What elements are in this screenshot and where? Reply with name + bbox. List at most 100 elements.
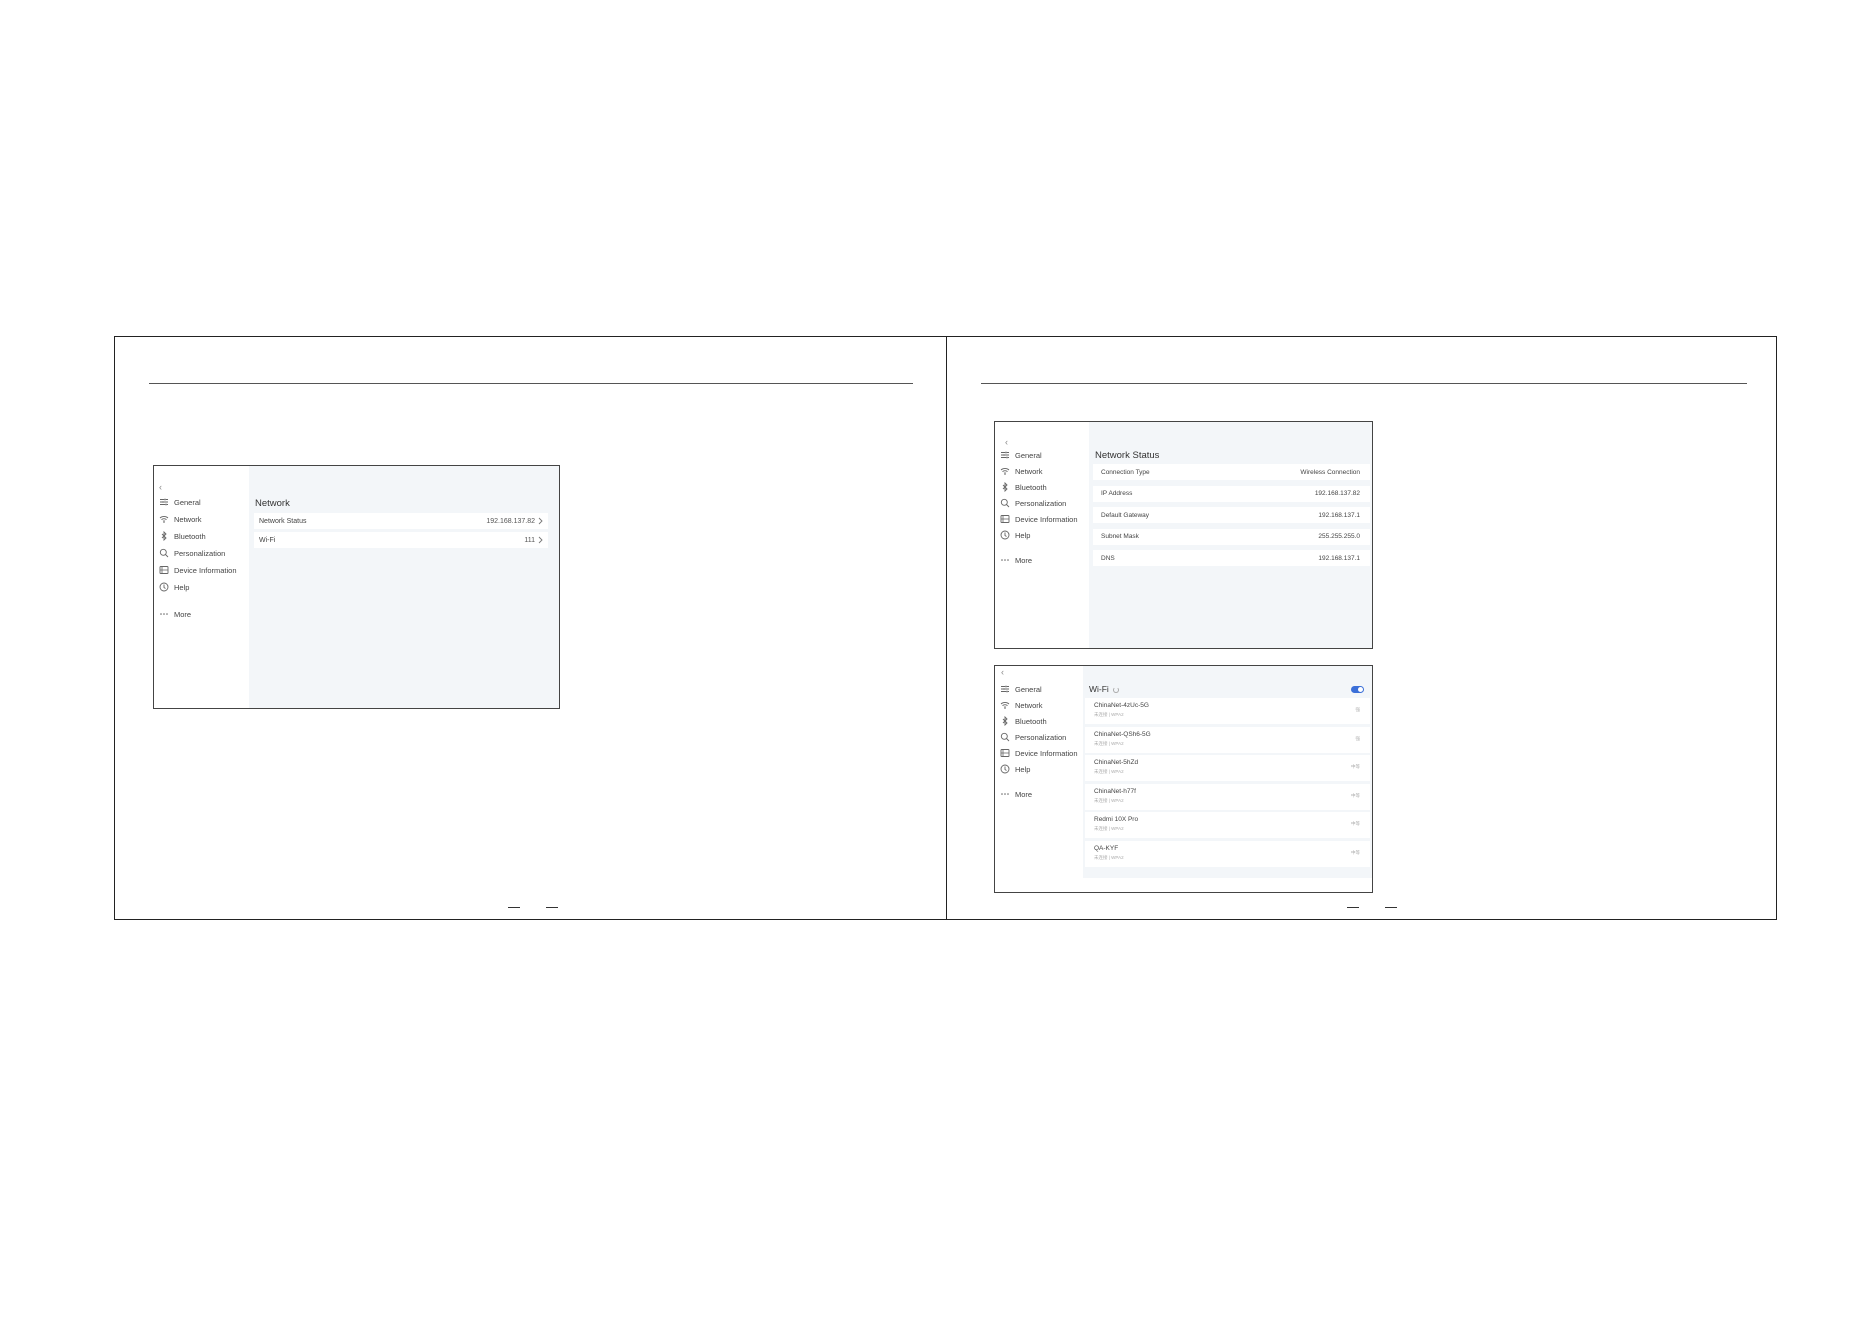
search-icon <box>159 548 169 558</box>
main-panel: Network Network Status 192.168.137.82 Wi-F… <box>249 466 559 708</box>
more-icon <box>159 609 169 619</box>
network-status: 未连接 | WPA2 <box>1094 826 1124 831</box>
more-icon <box>1000 555 1010 565</box>
sidebar-item-label: Bluetooth <box>1015 482 1047 492</box>
sliders-icon <box>1000 684 1010 694</box>
network-status: 未连接 | WPA2 <box>1094 712 1124 717</box>
back-button[interactable]: ‹ <box>1001 668 1004 677</box>
sidebar-item-more[interactable]: More <box>1000 555 1087 565</box>
search-icon <box>1000 732 1010 742</box>
wifi-network-item[interactable]: ChinaNet-h77f 未连接 | WPA2 中等 <box>1085 783 1370 810</box>
sidebar-item-help[interactable]: Help <box>159 582 247 592</box>
sidebar-item-help[interactable]: Help <box>1000 530 1087 540</box>
row-value: 255.255.255.0 <box>1318 533 1360 540</box>
network-status: 未连接 | WPA2 <box>1094 740 1124 746</box>
sidebar-item-personalization[interactable]: Personalization <box>1000 498 1087 508</box>
left-header-rule <box>149 383 913 384</box>
network-name: Redmi 10X Pro <box>1094 816 1139 823</box>
sidebar: ‹ General Network Bluetooth Personalization… <box>154 466 249 708</box>
sidebar-item-label: Bluetooth <box>174 531 206 541</box>
row-label: Network Status <box>259 517 307 525</box>
setting-row[interactable]: Network Status 192.168.137.82 <box>254 513 548 529</box>
sidebar-item-label: General <box>1015 684 1042 694</box>
right-header-rule <box>981 383 1747 384</box>
help-icon <box>1000 764 1010 774</box>
screenshot-wifi: ‹ General Network Bluetooth Personalization… <box>994 665 1373 893</box>
row-value: 192.168.137.82 <box>486 517 535 525</box>
sidebar-item-label: Help <box>1015 764 1031 774</box>
page-divider <box>946 337 947 919</box>
row-value: 192.168.137.1 <box>1318 554 1360 562</box>
wifi-network-item[interactable]: ChinaNet-5hZd 未连接 | WPA2 中等 <box>1085 755 1370 781</box>
wifi-icon <box>159 514 169 524</box>
page-title: Network Status <box>1095 450 1160 461</box>
page-mark <box>546 907 558 908</box>
signal-strength: 强 <box>1355 735 1361 741</box>
sidebar-item-general[interactable]: General <box>1000 684 1081 694</box>
wifi-toggle[interactable] <box>1351 686 1364 693</box>
sidebar-item-personalization[interactable]: Personalization <box>159 548 247 558</box>
sidebar-item-label: Personalization <box>1015 732 1067 742</box>
signal-strength: 强 <box>1355 707 1361 712</box>
sidebar-item-bluetooth[interactable]: Bluetooth <box>1000 482 1087 492</box>
row-label: Wi-Fi <box>259 536 276 544</box>
sidebar-item-network[interactable]: Network <box>1000 700 1081 710</box>
sidebar-item-label: General <box>1015 450 1042 460</box>
sidebar-item-label: More <box>1015 789 1033 799</box>
back-button[interactable]: ‹ <box>1005 438 1008 447</box>
wifi-network-item[interactable]: Redmi 10X Pro 未连接 | WPA2 中等 <box>1085 812 1370 838</box>
chevron-right-icon <box>538 536 543 544</box>
row-value: 192.168.137.1 <box>1318 511 1360 519</box>
sidebar-item-personalization[interactable]: Personalization <box>1000 732 1081 742</box>
sidebar-item-general[interactable]: General <box>159 497 247 507</box>
status-row: DNS 192.168.137.1 <box>1093 550 1370 566</box>
sidebar-item-device-information[interactable]: Device Information <box>1000 748 1081 758</box>
sidebar-item-label: Help <box>1015 530 1031 540</box>
sidebar-item-device-information[interactable]: Device Information <box>159 565 247 575</box>
row-value: 111 <box>524 536 535 544</box>
row-label: DNS <box>1101 554 1115 562</box>
sidebar-item-bluetooth[interactable]: Bluetooth <box>1000 716 1081 726</box>
device-info-icon <box>1000 748 1010 758</box>
sidebar-item-label: Personalization <box>174 548 226 558</box>
bluetooth-icon <box>1000 482 1010 492</box>
screenshot-network-status: ‹ General Network Bluetooth Personalization… <box>994 421 1373 649</box>
wifi-network-item[interactable]: QA-KYF 未连接 | WPA2 中等 <box>1085 840 1370 867</box>
row-value: 192.168.137.82 <box>1314 490 1360 497</box>
sidebar-item-more[interactable]: More <box>1000 789 1081 799</box>
network-name: ChinaNet-h77f <box>1094 787 1136 795</box>
sidebar-item-label: Network <box>174 514 202 524</box>
chevron-right-icon <box>538 517 543 525</box>
search-icon <box>1000 498 1010 508</box>
back-button[interactable]: ‹ <box>159 483 162 492</box>
page-title: Network <box>255 498 290 509</box>
sidebar-item-general[interactable]: General <box>1000 450 1087 460</box>
row-label: Default Gateway <box>1101 511 1150 519</box>
sidebar-item-label: Bluetooth <box>1015 716 1047 726</box>
sidebar-item-network[interactable]: Network <box>1000 466 1087 476</box>
wifi-icon <box>1000 466 1010 476</box>
wifi-network-item[interactable]: ChinaNet-QSh6-5G 未连接 | WPA2 强 <box>1085 726 1370 753</box>
screenshot-network: ‹ General Network Bluetooth Personalization… <box>153 465 560 709</box>
sliders-icon <box>1000 450 1010 460</box>
sidebar-item-help[interactable]: Help <box>1000 764 1081 774</box>
sidebar-item-more[interactable]: More <box>159 609 247 619</box>
loading-icon <box>1112 686 1119 693</box>
sidebar-item-network[interactable]: Network <box>159 514 247 524</box>
sidebar: ‹ General Network Bluetooth Personalization… <box>995 422 1089 648</box>
wifi-network-item[interactable]: ChinaNet-4zUc-5G 未连接 | WPA2 强 <box>1085 698 1370 724</box>
signal-strength: 中等 <box>1351 764 1360 769</box>
status-row: Subnet Mask 255.255.255.0 <box>1093 528 1370 545</box>
setting-row[interactable]: Wi-Fi 111 <box>254 532 548 548</box>
wifi-title: Wi-Fi <box>1089 684 1109 694</box>
toggle-knob <box>1358 687 1363 692</box>
device-info-icon <box>159 565 169 575</box>
network-name: ChinaNet-5hZd <box>1094 759 1139 766</box>
document-spread: ‹ General Network Bluetooth Personalization… <box>114 336 1777 920</box>
sidebar-item-label: Help <box>174 582 190 592</box>
sidebar-item-bluetooth[interactable]: Bluetooth <box>159 531 247 541</box>
status-row: IP Address 192.168.137.82 <box>1093 485 1370 502</box>
sidebar-item-device-information[interactable]: Device Information <box>1000 514 1087 524</box>
row-label: Connection Type <box>1101 468 1150 476</box>
network-name: ChinaNet-QSh6-5G <box>1094 730 1151 738</box>
